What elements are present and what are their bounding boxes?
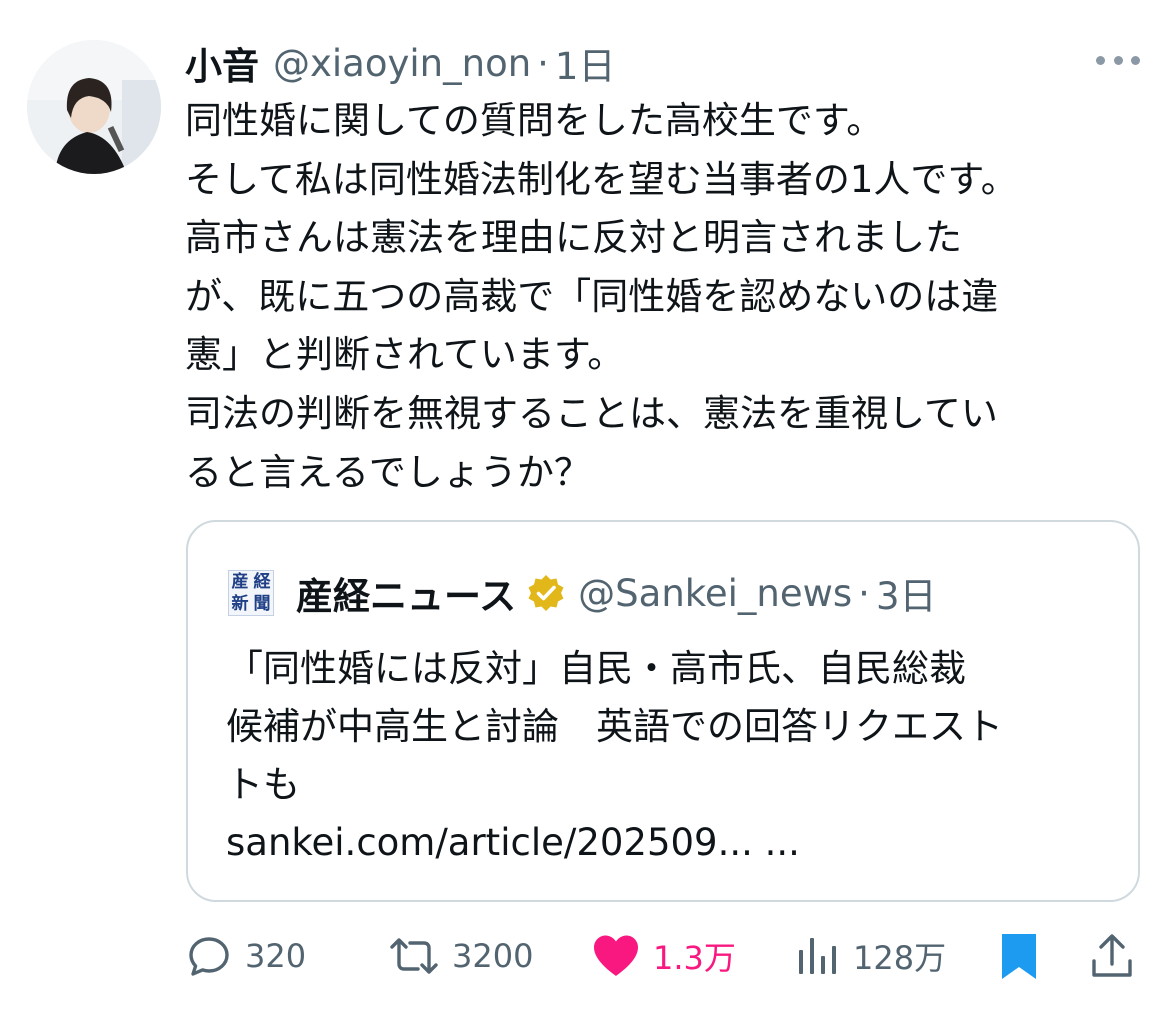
retweet-button[interactable]: 3200 [388, 928, 533, 984]
retweet-icon [390, 938, 438, 974]
tweet-text-line: 同性婚に関しての質問をした高校生です。 [185, 99, 884, 142]
author-handle[interactable]: @xiaoyin_non [273, 42, 531, 85]
avatar[interactable] [27, 40, 161, 174]
reply-count: 320 [245, 937, 307, 975]
quoted-text-line: 候補が中高生と討論 英語での回答リクエスト [226, 705, 1003, 748]
separator-dot: · [858, 571, 870, 615]
tweet-text-line: そして私は同性婚法制化を望む当事者の1人です。 [185, 157, 1018, 201]
reply-bubble-icon [189, 937, 229, 976]
tweet-header: 小音 @xiaoyin_non · 1日 [185, 36, 616, 90]
logo-glyph: 経 [253, 572, 271, 592]
tweet-text-line: 憲」と判断されています。 [185, 333, 625, 377]
quoted-tweet-card[interactable]: 産 経 新 聞 産経ニュース @Sankei_news · 3日 「同性婚には反… [186, 520, 1140, 902]
action-bar: 320 3200 1.3万 128万 [185, 928, 1145, 984]
quoted-author-handle[interactable]: @Sankei_news [578, 572, 852, 615]
tweet-text-line: 司法の判断を無視することは、憲法を重視してい [185, 391, 998, 435]
bookmark-button[interactable] [997, 928, 1053, 984]
tweet-text-line: が、既に五つの高裁で「同性婚を認めないのは違 [185, 274, 999, 318]
quoted-text-line: 「同性婚には反対」自民・高市氏、自民総裁 [226, 647, 966, 690]
quoted-tweet-timestamp[interactable]: 3日 [876, 566, 937, 620]
reply-button[interactable]: 320 [185, 928, 306, 984]
tweet-text-line: ると言えるでしょうか？ [185, 450, 591, 494]
logo-glyph: 聞 [253, 594, 271, 614]
share-upload-icon [1092, 934, 1132, 977]
like-button[interactable]: 1.3万 [591, 928, 736, 984]
tweet-text: 同性婚に関しての質問をした高校生です。 そして私は同性婚法制化を望む当事者の1人… [185, 92, 1145, 502]
tweet-text-line: 高市さんは憲法を理由に反対と明言されました [185, 216, 962, 260]
quoted-tweet-header: 産 経 新 聞 産経ニュース @Sankei_news · 3日 [228, 570, 936, 618]
quoted-text-line: トも [226, 763, 300, 806]
logo-glyph: 産 [231, 572, 249, 592]
like-count: 1.3万 [653, 939, 736, 977]
quoted-author-name[interactable]: 産経ニュース [296, 566, 516, 620]
view-count: 128万 [853, 939, 947, 977]
quoted-tweet-text: 「同性婚には反対」自民・高市氏、自民総裁 候補が中高生と討論 英語での回答リクエ… [226, 640, 1126, 872]
logo-glyph: 新 [231, 594, 249, 614]
heart-filled-icon [594, 935, 638, 976]
verified-gold-badge-icon [528, 575, 564, 611]
avatar-photo-icon [27, 40, 161, 174]
quoted-link-text[interactable]: sankei.com/article/202509... ... [226, 814, 1126, 872]
separator-dot: · [537, 41, 549, 85]
retweet-count: 3200 [452, 937, 534, 975]
bookmark-filled-icon [1002, 934, 1036, 979]
views-button[interactable]: 128万 [795, 928, 946, 984]
share-button[interactable] [1089, 928, 1147, 984]
author-name[interactable]: 小音 [185, 36, 259, 90]
views-bar-chart-icon [799, 938, 836, 974]
sankei-logo-icon[interactable]: 産 経 新 聞 [228, 570, 274, 616]
tweet-timestamp[interactable]: 1日 [555, 36, 616, 90]
more-dots-icon[interactable] [1096, 48, 1140, 72]
